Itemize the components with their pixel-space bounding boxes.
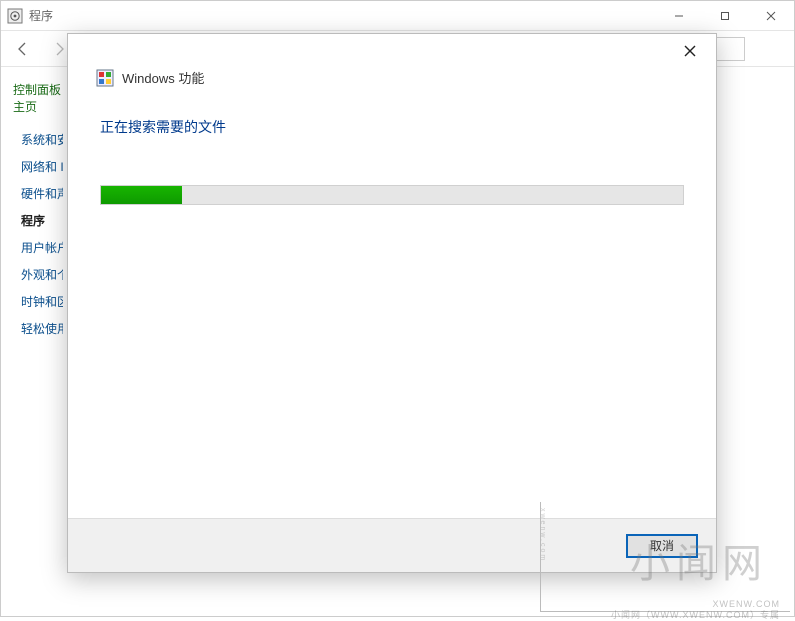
sidebar-item-ease[interactable]: 轻松使用 xyxy=(13,320,63,337)
windows-features-icon xyxy=(96,69,114,87)
progress-bar xyxy=(100,185,684,205)
sidebar-item-appearance[interactable]: 外观和个性化 xyxy=(13,266,63,283)
sidebar-item-programs[interactable]: 程序 xyxy=(13,212,63,229)
window-title: 程序 xyxy=(29,7,656,24)
maximize-button[interactable] xyxy=(702,1,748,31)
sidebar-item-users[interactable]: 用户帐户 xyxy=(13,239,63,256)
window-titlebar: 程序 xyxy=(1,1,794,31)
control-panel-home-link[interactable]: 控制面板主页 xyxy=(13,81,63,115)
close-button[interactable] xyxy=(748,1,794,31)
dialog-close-button[interactable] xyxy=(674,37,706,65)
minimize-button[interactable] xyxy=(656,1,702,31)
dialog-status-text: 正在搜索需要的文件 xyxy=(100,117,684,137)
dialog-title: Windows 功能 xyxy=(122,68,204,87)
window-buttons xyxy=(656,1,794,31)
dialog-footer: 取消 xyxy=(68,518,716,572)
app-icon xyxy=(7,8,23,24)
progress-fill xyxy=(101,186,182,204)
sidebar-item-clock[interactable]: 时钟和区域 xyxy=(13,293,63,310)
cancel-button[interactable]: 取消 xyxy=(626,534,698,558)
back-button[interactable] xyxy=(9,35,37,63)
sidebar-item-network[interactable]: 网络和 Internet xyxy=(13,158,63,175)
sidebar: 控制面板主页 系统和安全 网络和 Internet 硬件和声音 程序 用户帐户 … xyxy=(1,67,67,616)
windows-features-dialog: Windows 功能 正在搜索需要的文件 取消 xyxy=(67,33,717,573)
dialog-header: Windows 功能 xyxy=(68,68,716,97)
sidebar-item-system[interactable]: 系统和安全 xyxy=(13,131,63,148)
sidebar-item-hardware[interactable]: 硬件和声音 xyxy=(13,185,63,202)
